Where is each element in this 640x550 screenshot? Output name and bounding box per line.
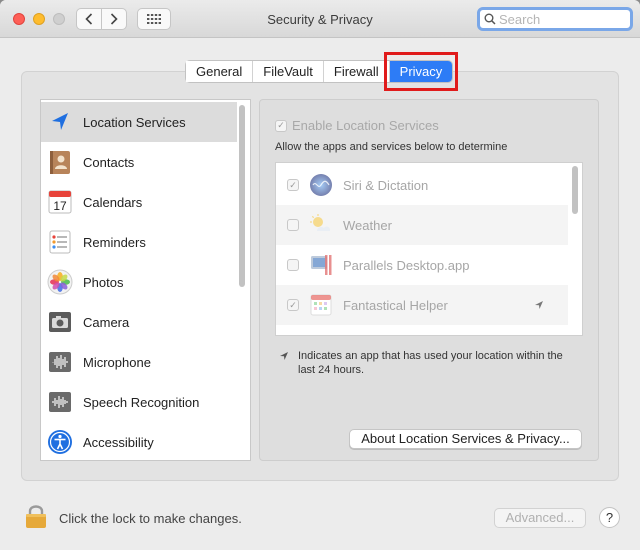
location-apps-list[interactable]: ✓ Siri & Dictation Weather Parallels Des… [275,162,583,336]
microphone-icon [49,352,71,372]
app-label: Weather [343,217,392,233]
location-arrow-icon [52,113,68,130]
back-button[interactable] [76,8,102,30]
category-list-scrollbar[interactable] [239,105,245,287]
sidebar-item-label: Accessibility [83,434,154,450]
minimize-window-button[interactable] [33,13,45,25]
sidebar-item-accessibility[interactable]: Accessibility [41,422,237,460]
list-item[interactable]: ✓ Fantastical Helper [276,285,568,325]
contacts-icon [50,151,70,174]
window-title: Security & Privacy [267,12,373,27]
apps-list-scrollbar[interactable] [572,166,578,214]
chevron-right-icon [110,13,118,25]
app-icon-partial [309,332,335,336]
search-icon [484,13,496,25]
sidebar-item-label: Speech Recognition [83,394,200,410]
speech-recognition-icon [49,392,71,412]
calendar-day-label: 17 [53,199,67,213]
preferences-window: Security & Privacy General FileVault Fir… [0,0,640,550]
reminders-icon [49,230,71,254]
sidebar-item-label: Camera [83,314,130,330]
sidebar-item-camera[interactable]: Camera [41,302,237,342]
sidebar-item-microphone[interactable]: Microphone [41,342,237,382]
show-all-button[interactable] [137,8,171,30]
sidebar-item-photos[interactable]: Photos [41,262,237,302]
close-window-button[interactable] [13,13,25,25]
grid-icon [147,14,161,24]
lock-status-text: Click the lock to make changes. [59,511,242,526]
app-checkbox[interactable] [287,219,299,231]
enable-location-services-label: Enable Location Services [292,118,439,133]
app-checkbox[interactable]: ✓ [287,299,299,311]
enable-location-services-checkbox[interactable]: ✓ Enable Location Services [275,118,439,133]
sidebar-item-location-services[interactable]: Location Services [41,102,237,142]
tab-filevault[interactable]: FileVault [253,61,324,82]
allow-apps-description: Allow the apps and services below to det… [275,141,508,153]
list-item[interactable]: ✓ Siri & Dictation [276,165,568,205]
zoom-window-button[interactable] [53,13,65,25]
help-button[interactable]: ? [599,507,620,528]
app-label: Fantastical Helper [343,297,448,313]
sidebar-item-label: Reminders [83,234,146,250]
camera-icon [49,312,71,332]
search-field[interactable] [477,7,633,31]
location-usage-note-text: Indicates an app that has used your loca… [298,350,563,376]
list-item[interactable]: Parallels Desktop.app [276,245,568,285]
siri-icon [310,174,332,196]
tab-general[interactable]: General [186,61,254,82]
list-item[interactable] [276,325,568,336]
app-checkbox[interactable]: ✓ [287,179,299,191]
recent-location-arrow-icon [535,301,543,309]
parallels-icon [311,255,332,275]
lock-icon[interactable] [25,503,47,529]
tab-bar: General FileVault Firewall Privacy [185,60,454,83]
tab-privacy[interactable]: Privacy [389,61,453,82]
app-label: Parallels Desktop.app [343,257,470,273]
accessibility-icon [48,430,72,454]
photos-icon [47,269,73,295]
privacy-category-list[interactable]: Location Services Contacts 17 Calendars [40,99,251,461]
sidebar-item-calendars[interactable]: 17 Calendars [41,182,237,222]
about-location-services-button[interactable]: About Location Services & Privacy... [349,429,582,449]
sidebar-item-speech-recognition[interactable]: Speech Recognition [41,382,237,422]
sidebar-item-label: Contacts [83,154,135,170]
chevron-left-icon [85,13,93,25]
sidebar-item-label: Photos [83,274,124,290]
search-input[interactable] [496,11,622,27]
sidebar-item-reminders[interactable]: Reminders [41,222,237,262]
sidebar-item-contacts[interactable]: Contacts [41,142,237,182]
sidebar-item-label: Calendars [83,194,143,210]
location-usage-note: Indicates an app that has used your loca… [279,349,579,377]
advanced-button[interactable]: Advanced... [494,508,586,528]
calendar-icon: 17 [48,190,72,214]
tab-firewall[interactable]: Firewall [323,61,390,82]
sidebar-item-label: Microphone [83,354,151,370]
location-arrow-icon [280,352,288,360]
app-label: Siri & Dictation [343,177,429,193]
fantastical-icon [310,294,332,316]
list-item[interactable]: Weather [276,205,568,245]
weather-icon [310,214,331,231]
forward-button[interactable] [101,8,127,30]
sidebar-item-label: Location Services [83,114,186,130]
titlebar: Security & Privacy [0,0,640,38]
checkmark-icon: ✓ [275,119,287,132]
app-checkbox[interactable] [287,259,299,271]
